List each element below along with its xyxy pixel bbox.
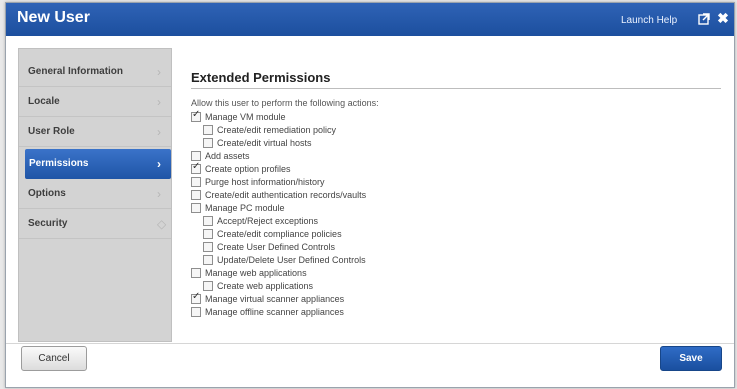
permission-label: Add assets (205, 150, 250, 161)
sidebar-item-label: General Information (28, 66, 124, 77)
checkbox[interactable] (203, 241, 213, 252)
popout-icon[interactable] (698, 12, 710, 25)
sidebar-item-security[interactable]: Security ◇ (19, 209, 171, 239)
permission-create-option-profiles[interactable]: Create option profiles (191, 161, 291, 175)
permission-label: Create option profiles (205, 163, 291, 174)
checkbox[interactable] (191, 202, 201, 213)
permission-label: Manage virtual scanner appliances (205, 293, 345, 304)
checkbox[interactable] (191, 306, 201, 317)
title-bar: New User Launch Help ✖ (6, 3, 734, 36)
permission-label: Create/edit compliance policies (217, 228, 342, 239)
sidebar-item-label: Locale (28, 96, 60, 107)
permission-label: Manage offline scanner appliances (205, 306, 344, 317)
sidebar-item-locale[interactable]: Locale › (19, 87, 171, 117)
permission-manage-offline-scanner-appliances[interactable]: Manage offline scanner appliances (191, 305, 344, 318)
permission-label: Create User Defined Controls (217, 241, 336, 252)
permission-create-edit-compliance-policies[interactable]: Create/edit compliance policies (203, 227, 342, 240)
sidebar-item-label: User Role (28, 126, 75, 137)
checkbox[interactable] (191, 176, 201, 187)
checkbox[interactable] (203, 228, 213, 239)
sidebar-item-general-information[interactable]: General Information › (19, 57, 171, 87)
permission-label: Purge host information/history (205, 176, 325, 187)
checkbox[interactable] (191, 161, 201, 174)
save-button[interactable]: Save (660, 346, 722, 371)
permission-label: Accept/Reject exceptions (217, 215, 319, 226)
sidebar-item-options[interactable]: Options › (19, 179, 171, 209)
dialog-title: New User (17, 9, 90, 26)
launch-help-link[interactable]: Launch Help (621, 15, 677, 26)
chevron-right-icon: › (157, 187, 161, 201)
permission-label: Create/edit remediation policy (217, 124, 337, 135)
checkbox[interactable] (203, 254, 213, 265)
permission-label: Manage VM module (205, 111, 286, 122)
checkbox[interactable] (203, 124, 213, 135)
sidebar-item-label: Permissions (29, 158, 89, 169)
permission-accept-reject-exceptions[interactable]: Accept/Reject exceptions (203, 214, 318, 227)
sidebar-item-permissions[interactable]: Permissions › (25, 149, 171, 179)
permission-create-web-applications[interactable]: Create web applications (203, 279, 313, 292)
footer-divider (6, 343, 734, 344)
checkbox[interactable] (191, 291, 201, 304)
new-user-dialog: New User Launch Help ✖ General Informati… (5, 2, 735, 388)
checkbox[interactable] (203, 137, 213, 148)
permission-label: Create/edit virtual hosts (217, 137, 312, 148)
permissions-panel: Extended Permissions Allow this user to … (183, 48, 723, 340)
sidebar-item-label: Security (28, 218, 68, 229)
security-diamond-icon: ◇ (157, 217, 167, 231)
section-title: Extended Permissions (191, 70, 331, 85)
permission-create-edit-authentication-records[interactable]: Create/edit authentication records/vault… (191, 188, 366, 201)
checkbox[interactable] (191, 189, 201, 200)
checkbox[interactable] (203, 280, 213, 291)
instruction-text: Allow this user to perform the following… (191, 98, 379, 108)
permission-label: Manage web applications (205, 267, 307, 278)
chevron-right-icon: › (157, 65, 161, 79)
checkbox[interactable] (191, 150, 201, 161)
permission-label: Create web applications (217, 280, 314, 291)
sidebar-item-label: Options (28, 188, 66, 199)
permission-create-edit-virtual-hosts[interactable]: Create/edit virtual hosts (203, 136, 312, 149)
section-divider (191, 88, 721, 89)
permission-label: Create/edit authentication records/vault… (205, 189, 367, 200)
permission-create-edit-remediation-policy[interactable]: Create/edit remediation policy (203, 123, 336, 136)
chevron-right-icon: › (157, 157, 161, 171)
checkbox[interactable] (191, 109, 201, 122)
checkbox[interactable] (203, 215, 213, 226)
permission-label: Update/Delete User Defined Controls (217, 254, 366, 265)
checkbox[interactable] (191, 267, 201, 278)
chevron-right-icon: › (157, 95, 161, 109)
cancel-button[interactable]: Cancel (21, 346, 87, 371)
permission-label: Manage PC module (205, 202, 285, 213)
permission-create-user-defined-controls[interactable]: Create User Defined Controls (203, 240, 335, 253)
sidebar: General Information › Locale › User Role… (18, 48, 172, 342)
permission-update-delete-user-defined-controls[interactable]: Update/Delete User Defined Controls (203, 253, 366, 266)
permission-manage-virtual-scanner-appliances[interactable]: Manage virtual scanner appliances (191, 291, 345, 305)
sidebar-item-user-role[interactable]: User Role › (19, 117, 171, 147)
permission-purge-host-information[interactable]: Purge host information/history (191, 175, 325, 188)
permission-manage-pc-module[interactable]: Manage PC module (191, 201, 285, 214)
chevron-right-icon: › (157, 125, 161, 139)
permission-manage-vm-module[interactable]: Manage VM module (191, 109, 286, 123)
close-icon[interactable]: ✖ (717, 11, 729, 25)
permission-manage-web-applications[interactable]: Manage web applications (191, 266, 307, 279)
